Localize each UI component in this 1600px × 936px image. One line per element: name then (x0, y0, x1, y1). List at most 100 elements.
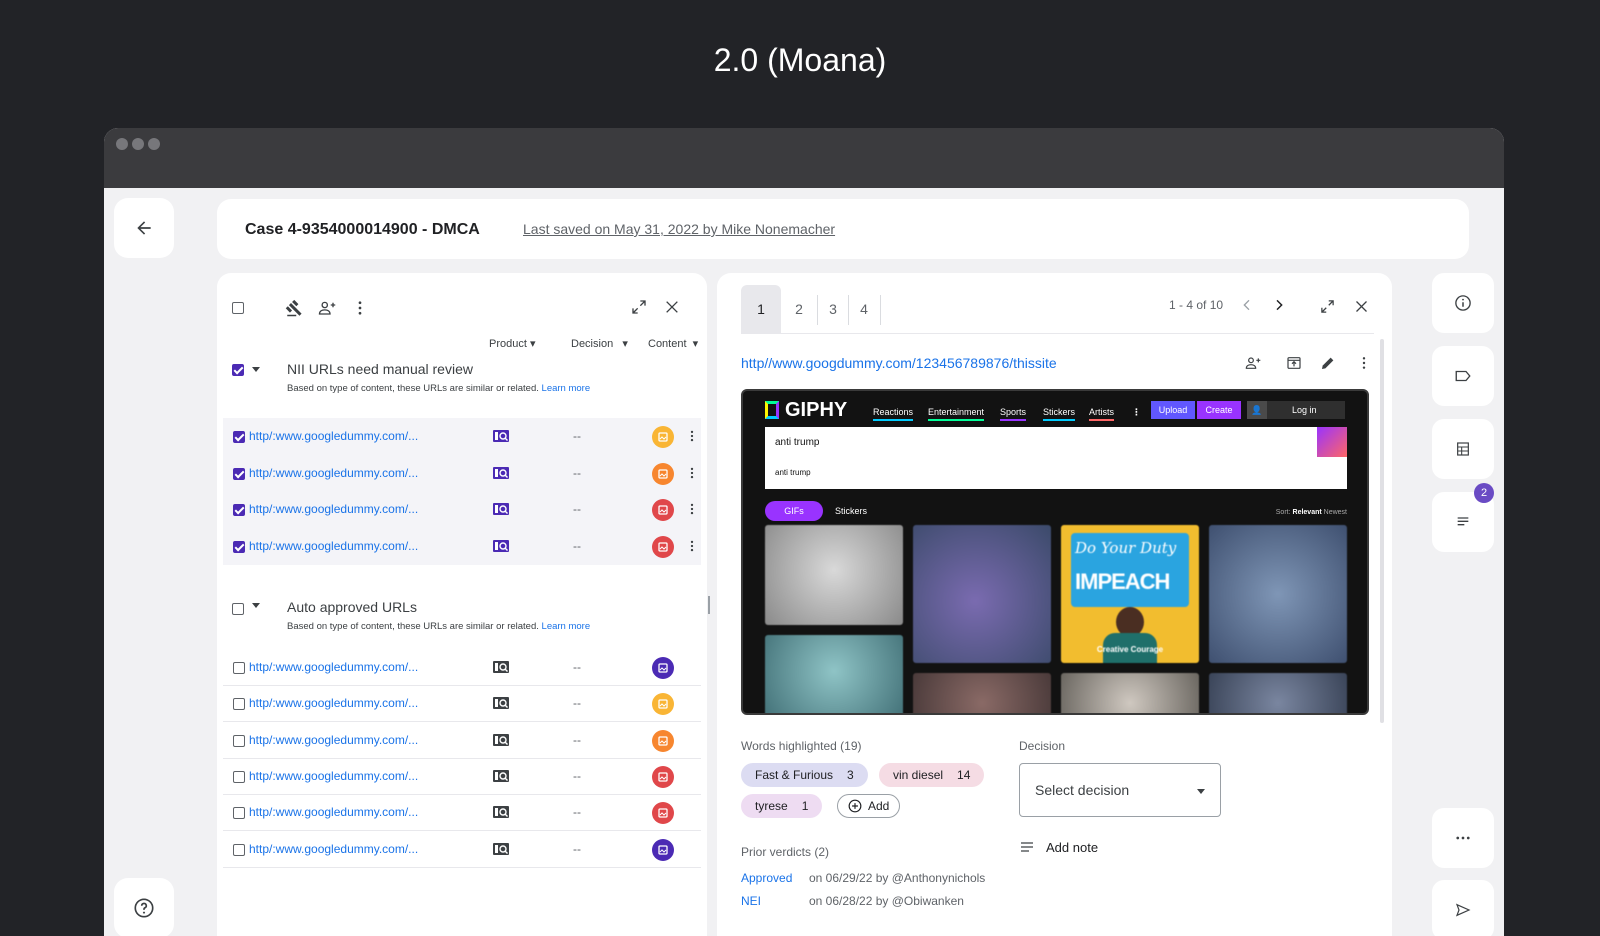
product-icon[interactable] (492, 502, 510, 516)
product-icon[interactable] (492, 466, 510, 480)
url-row[interactable]: http/:www.googledummy.com/... -- (223, 455, 701, 492)
content-type-icon (658, 772, 668, 782)
window-dot (116, 138, 128, 150)
product-icon[interactable] (492, 769, 510, 783)
tab-4[interactable]: 4 (850, 285, 878, 333)
verdict-status-link[interactable]: NEI (741, 894, 761, 908)
more-vert-icon[interactable] (685, 465, 699, 481)
learn-more-link[interactable]: Learn more (542, 621, 591, 632)
url-row[interactable]: http/:www.googledummy.com/... -- (223, 758, 701, 795)
open-in-window-icon[interactable] (1286, 355, 1302, 371)
browser-window: Case 4-9354000014900 - DMCA Last saved o… (104, 128, 1504, 936)
detail-scrollbar[interactable] (1380, 339, 1384, 723)
url-link[interactable]: http/:www.googledummy.com/... (249, 502, 418, 516)
more-vert-icon[interactable] (351, 299, 369, 317)
add-keyword-button[interactable]: Add (837, 794, 901, 818)
row-checkbox[interactable] (233, 735, 245, 747)
panel-resize-handle[interactable] (708, 596, 710, 614)
label-button[interactable] (1432, 346, 1494, 406)
column-header-product[interactable]: Product ▾ (489, 337, 536, 350)
url-link[interactable]: http/:www.googledummy.com/... (249, 429, 418, 443)
gavel-icon[interactable] (285, 299, 303, 317)
url-row[interactable]: http/:www.googledummy.com/... -- (223, 722, 701, 759)
row-checkbox[interactable] (233, 807, 245, 819)
row-checkbox[interactable] (233, 698, 245, 710)
help-button[interactable] (114, 878, 174, 936)
product-icon[interactable] (492, 539, 510, 553)
row-checkbox[interactable] (233, 844, 245, 856)
url-row[interactable]: http/:www.googledummy.com/... -- (223, 491, 701, 528)
url-link[interactable]: http/:www.googledummy.com/... (249, 733, 418, 747)
more-vert-icon[interactable] (685, 538, 699, 554)
row-checkbox[interactable] (233, 771, 245, 783)
column-header-decision[interactable]: Decision ▾ (571, 337, 628, 350)
tab-3[interactable]: 3 (819, 285, 847, 333)
row-checkbox[interactable] (233, 662, 245, 674)
select-all-checkbox[interactable] (232, 302, 244, 314)
product-icon[interactable] (492, 660, 510, 674)
more-vert-icon[interactable] (1356, 355, 1372, 371)
edit-pencil-icon[interactable] (1320, 355, 1336, 371)
url-row[interactable]: http/:www.googledummy.com/... -- (223, 418, 701, 455)
gif-thumbnail (913, 525, 1051, 663)
product-icon[interactable] (492, 696, 510, 710)
url-row[interactable]: http/:www.googledummy.com/... -- (223, 685, 701, 722)
row-checkbox[interactable] (233, 431, 245, 443)
expand-icon[interactable] (1320, 299, 1335, 314)
url-link[interactable]: http/:www.googledummy.com/... (249, 696, 418, 710)
product-icon[interactable] (492, 805, 510, 819)
expand-icon[interactable] (631, 299, 647, 315)
product-icon[interactable] (492, 429, 510, 443)
window-dot (148, 138, 160, 150)
last-saved-link[interactable]: Last saved on May 31, 2022 by Mike Nonem… (523, 221, 835, 237)
decision-select[interactable]: Select decision (1019, 763, 1221, 817)
group-checkbox[interactable] (232, 364, 244, 376)
tab-2[interactable]: 2 (785, 285, 813, 333)
caret-down-icon[interactable] (251, 364, 261, 374)
row-checkbox[interactable] (233, 504, 245, 516)
decision-value: -- (573, 539, 581, 553)
info-button[interactable] (1432, 273, 1494, 333)
caret-down-icon[interactable] (251, 600, 261, 610)
assign-person-icon[interactable] (318, 299, 336, 317)
verdict-status-link[interactable]: Approved (741, 871, 792, 885)
giphy-nav-label: Reactions (873, 407, 914, 421)
gif-thumbnail-impeach: Do Your Duty IMPEACH Creative Courage (1061, 525, 1199, 663)
more-vert-icon[interactable] (685, 501, 699, 517)
row-checkbox[interactable] (233, 468, 245, 480)
tab-1[interactable]: 1 (741, 285, 781, 333)
detail-url-link[interactable]: http//www.googdummy.com/123456789876/thi… (741, 355, 1057, 371)
product-icon[interactable] (492, 842, 510, 856)
close-icon[interactable] (1354, 299, 1369, 314)
chevron-left-icon[interactable] (1239, 297, 1255, 313)
add-note-button[interactable]: Add note (1046, 840, 1098, 855)
column-header-content[interactable]: Content ▾ (648, 337, 698, 350)
url-link[interactable]: http/:www.googledummy.com/... (249, 660, 418, 674)
product-icon[interactable] (492, 733, 510, 747)
decision-value: -- (573, 660, 581, 674)
keyword-chip[interactable]: Fast & Furious 3 (741, 763, 868, 787)
url-link[interactable]: http/:www.googledummy.com/... (249, 769, 418, 783)
add-circle-icon (848, 799, 862, 813)
url-link[interactable]: http/:www.googledummy.com/... (249, 805, 418, 819)
more-actions-button[interactable] (1432, 808, 1494, 868)
url-link[interactable]: http/:www.googledummy.com/... (249, 466, 418, 480)
url-link[interactable]: http/:www.googledummy.com/... (249, 842, 418, 856)
assign-person-icon[interactable] (1245, 355, 1261, 371)
send-button[interactable] (1432, 880, 1494, 936)
url-link[interactable]: http/:www.googledummy.com/... (249, 539, 418, 553)
row-checkbox[interactable] (233, 541, 245, 553)
learn-more-link[interactable]: Learn more (542, 383, 591, 394)
url-row[interactable]: http/:www.googledummy.com/... -- (223, 794, 701, 831)
keyword-chip[interactable]: vin diesel 14 (879, 763, 985, 787)
keyword-chip[interactable]: tyrese 1 (741, 794, 823, 818)
url-row[interactable]: http/:www.googledummy.com/... -- (223, 528, 701, 565)
close-icon[interactable] (664, 299, 680, 315)
chevron-right-icon[interactable] (1271, 297, 1287, 313)
more-vert-icon[interactable] (685, 428, 699, 444)
back-button[interactable] (114, 198, 174, 258)
url-row[interactable]: http/:www.googledummy.com/... -- (223, 831, 701, 868)
table-view-button[interactable] (1432, 419, 1494, 479)
url-row[interactable]: http/:www.googledummy.com/... -- (223, 649, 701, 686)
group-checkbox[interactable] (232, 603, 244, 615)
